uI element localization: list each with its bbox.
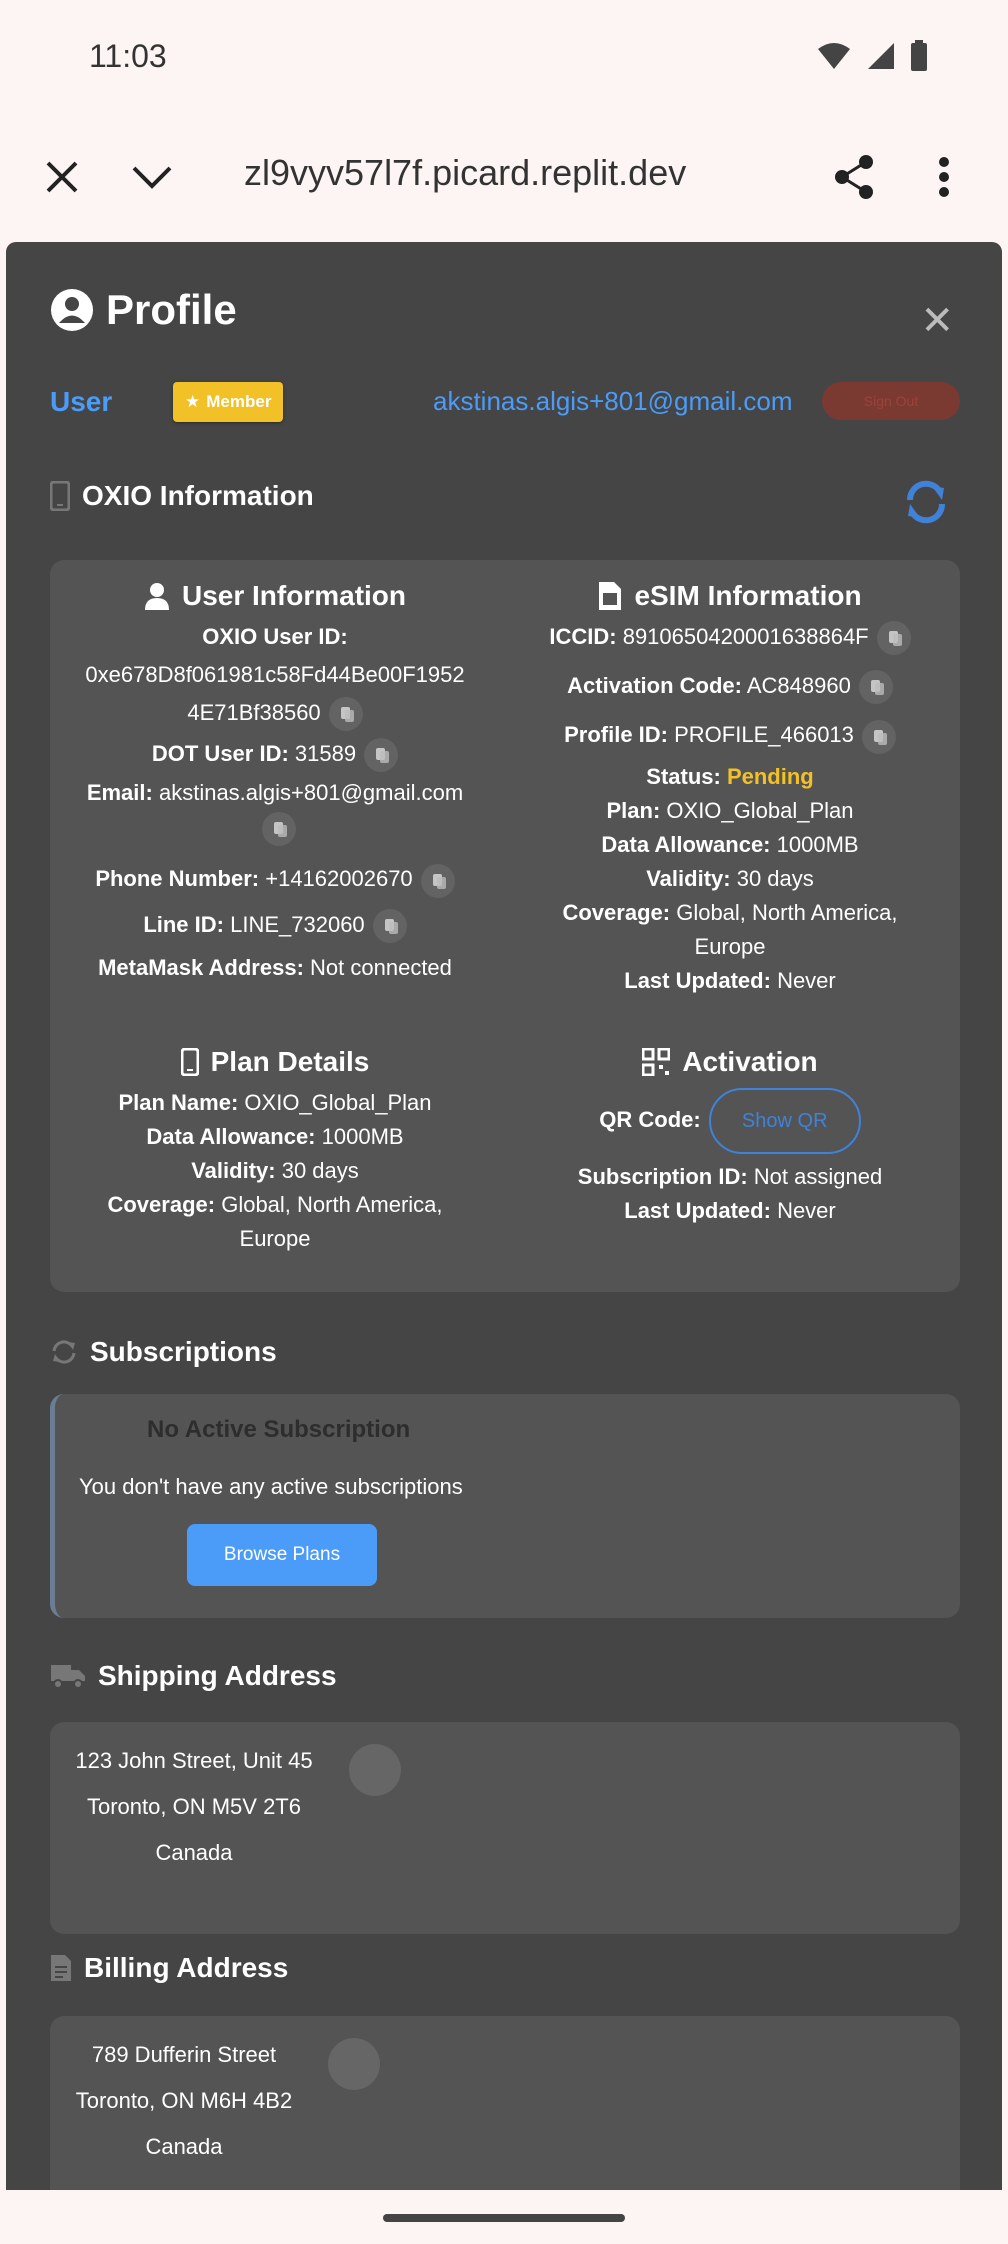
browse-plans-button[interactable]: Browse Plans [187,1524,377,1586]
sim-card-icon [599,582,622,610]
copy-email-button[interactable] [262,811,296,846]
sign-out-button[interactable]: Sign Out [822,382,960,420]
user-role: User [50,386,113,417]
mobile-icon [50,481,70,511]
billing-heading: Billing Address [50,1952,288,1984]
status-badge: Pending [726,763,814,789]
share-icon [835,155,873,199]
copy-line-id-button[interactable] [372,908,407,943]
copy-profile-id-button[interactable] [861,719,896,754]
subscriptions-heading: Subscriptions [50,1336,277,1368]
empty-subscription-text: You don't have any active subscriptions [79,1474,463,1499]
dot-user-id: 31589 [294,741,357,767]
minimize-button[interactable] [120,145,184,209]
user-circle-icon [51,289,93,331]
truck-icon [51,1665,85,1689]
esim-coverage: Global, North America, [676,899,898,925]
share-button[interactable] [822,145,886,209]
refresh-button[interactable] [902,478,950,531]
copy-oxio-id-button[interactable] [328,697,363,732]
shipping-heading: Shipping Address [50,1660,337,1692]
plan-details-heading: Plan Details [62,1042,488,1082]
close-icon [46,161,78,193]
qr-code-icon [642,1048,671,1076]
metamask-address: Not connected [310,954,452,980]
edit-billing-button[interactable] [328,2038,380,2090]
copy-dot-id-button[interactable] [364,738,399,773]
copy-phone-button[interactable] [420,863,455,898]
oxio-user-id-cont: 4E71Bf38560 [187,700,321,725]
copy-iccid-button[interactable] [876,621,911,656]
billing-address: 789 Dufferin Street Toronto, ON M6H 4B2 … [75,2042,293,2159]
oxio-user-id: 0xe678D8f061981c58Fd44Be00F1952 [85,662,465,687]
gesture-nav-bar [0,2190,1008,2244]
user-row: User ★ Member akstinas.algis+801@gmail.co… [50,382,960,426]
activation-column: Activation QR Code: Show QR Subscription … [512,1042,948,1228]
edit-shipping-button[interactable] [349,1744,401,1796]
clock: 11:03 [89,38,167,74]
plan-data: 1000MB [321,1124,404,1149]
system-icons [816,40,928,72]
esim-data: 1000MB [776,831,859,857]
esim-validity: 30 days [736,865,814,891]
sync-icon [52,1340,76,1364]
esim-last-updated: Never [777,967,836,993]
user-info-heading: User Information [62,576,488,616]
user-info-column: User Information OXIO User ID: 0xe678D8f… [62,576,488,985]
plan-coverage: Global, North America, [221,1192,443,1217]
page-title: Profile [106,286,237,333]
modal-title: Profile [50,286,237,334]
empty-subscription-title: No Active Subscription [147,1416,411,1443]
activation-last-updated: Never [777,1198,836,1223]
more-menu-button[interactable] [912,145,976,209]
mobile-icon [180,1048,199,1076]
esim-info-heading: eSIM Information [512,576,948,616]
user-email: akstinas.algis+801@gmail.com [433,386,793,416]
activation-heading: Activation [512,1042,948,1082]
wifi-icon [818,43,850,69]
status-bar: 11:03 [0,0,1008,115]
plan-validity: 30 days [281,1158,359,1183]
close-tab-button[interactable] [30,145,94,209]
shipping-address-card: 123 John Street, Unit 45 Toronto, ON M5V… [50,1722,960,1934]
oxio-section-heading: OXIO Information [50,480,314,512]
chevron-down-icon [132,166,172,189]
star-icon: ★ [185,392,201,411]
refresh-icon [906,480,946,524]
more-vert-icon [939,157,949,197]
show-qr-button[interactable]: Show QR [708,1088,861,1154]
billing-address-card: 789 Dufferin Street Toronto, ON M6H 4B2 … [50,2016,960,2192]
esim-plan: OXIO_Global_Plan [666,797,854,823]
esim-info-column: eSIM Information ICCID: 8910650420001638… [512,576,948,998]
oxio-info-card: User Information OXIO User ID: 0xe678D8f… [50,560,960,1292]
line-id: LINE_732060 [230,911,365,937]
activation-code: AC848960 [746,673,851,699]
phone-number: +14162002670 [265,866,413,892]
shipping-address: 123 John Street, Unit 45 Toronto, ON M5V… [75,1748,313,1865]
member-badge: ★ Member [173,382,284,422]
modal-close-button[interactable]: ✕ [920,298,954,344]
invoice-icon [51,1955,71,1981]
profile-modal: Profile ✕ User ★ Member akstinas.algis+80… [6,242,1002,2192]
user-icon [144,583,169,610]
subscription-id: Not assigned [753,1164,883,1189]
url-bar[interactable]: zl9vyv57l7f.picard.replit.dev [244,152,686,194]
copy-activation-code-button[interactable] [858,670,893,705]
home-indicator[interactable] [383,2214,625,2222]
info-email: akstinas.algis+801@gmail.com [158,780,464,806]
profile-id: PROFILE_466013 [674,722,854,748]
iccid: 8910650420001638864F [622,624,869,649]
subscription-card: No Active Subscription You don't have an… [50,1394,960,1618]
plan-details-column: Plan Details Plan Name: OXIO_Global_Plan… [62,1042,488,1256]
battery-icon [911,40,927,71]
plan-name: OXIO_Global_Plan [244,1090,432,1115]
signal-icon [868,43,894,69]
